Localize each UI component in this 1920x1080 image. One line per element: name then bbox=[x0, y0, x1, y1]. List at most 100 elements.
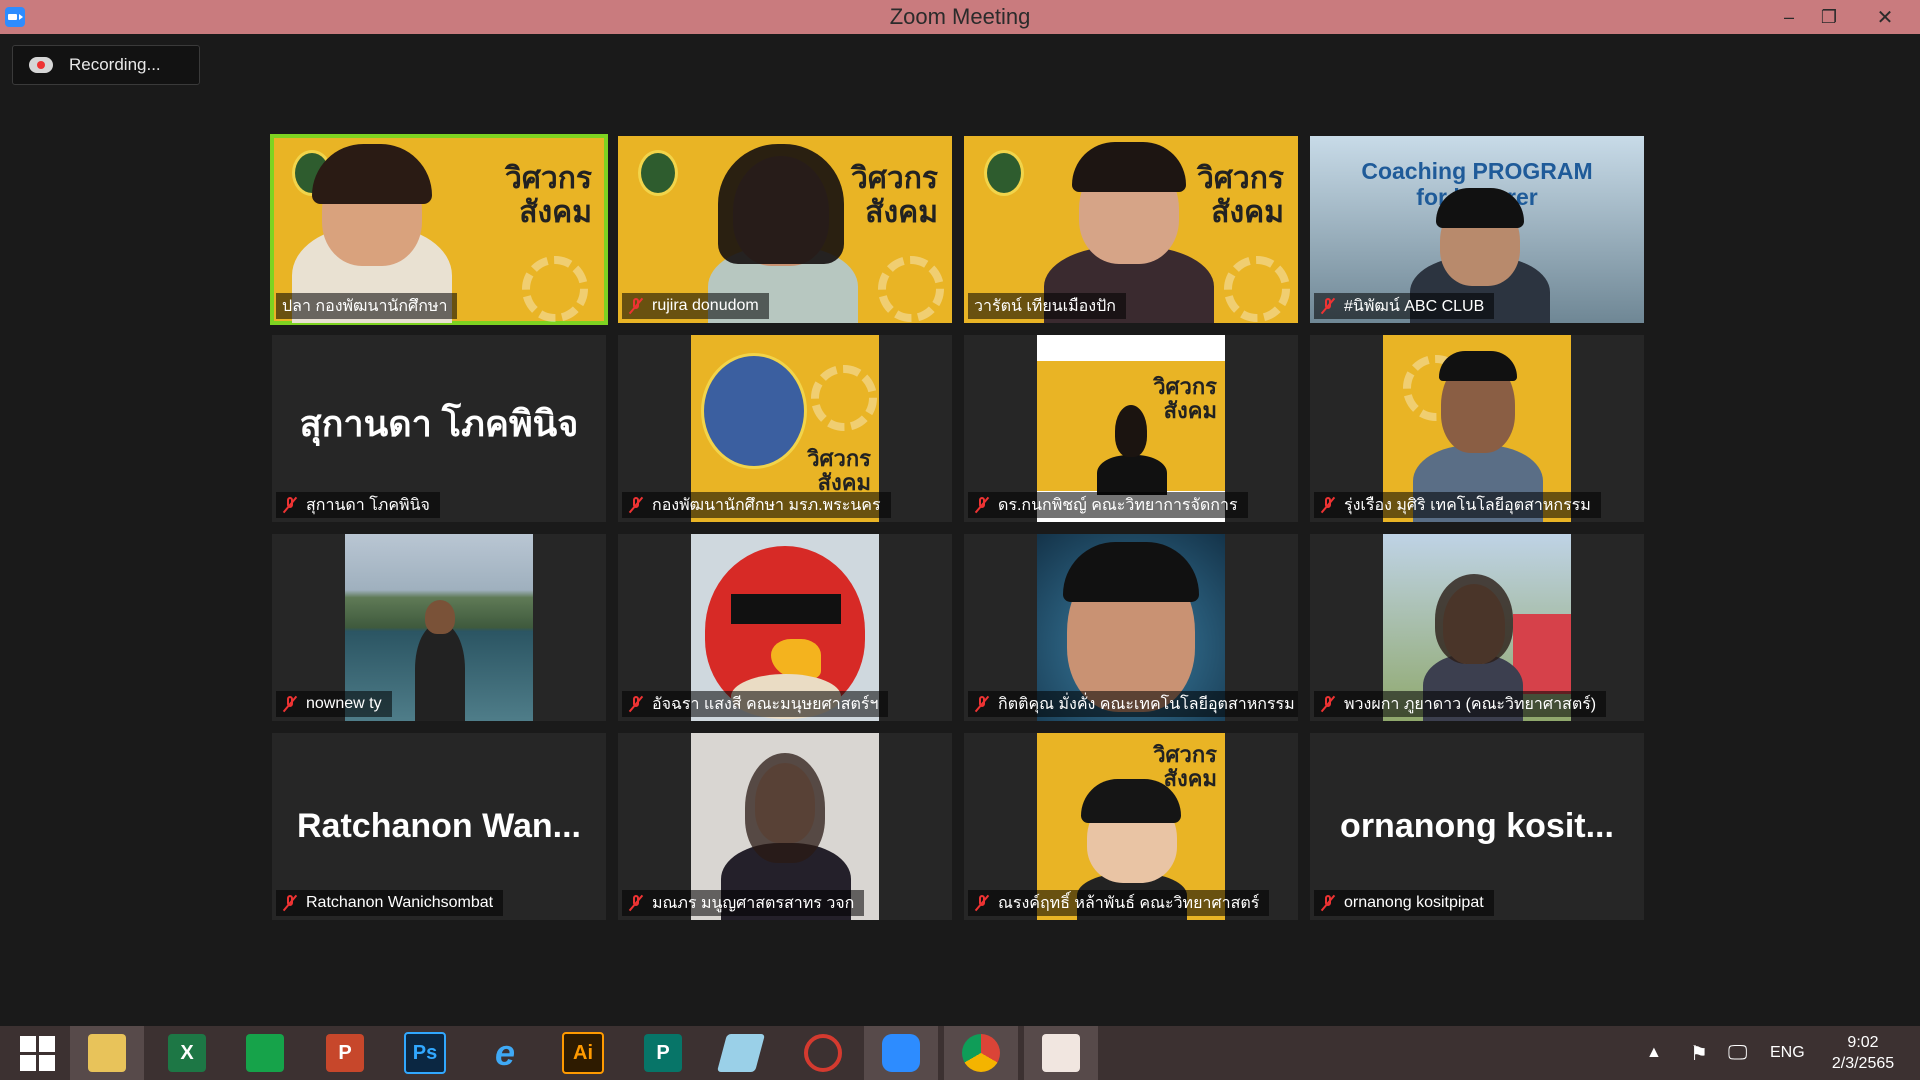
photoshop-icon: Ps bbox=[404, 1032, 446, 1074]
excel-icon: X bbox=[168, 1034, 206, 1072]
participant-name: วารัตน์ เทียนเมืองปัก bbox=[968, 293, 1126, 319]
clock-time: 9:02 bbox=[1847, 1034, 1879, 1051]
illustrator-icon: Ai bbox=[562, 1032, 604, 1074]
participant-name: อัจฉรา แสงสี คณะมนุษยศาสตร์ฯ bbox=[622, 691, 889, 717]
recording-label: Recording... bbox=[69, 55, 161, 74]
university-logo bbox=[638, 150, 678, 196]
notepad-icon bbox=[716, 1034, 766, 1072]
participant-tile[interactable]: วิศวกร สังคม rujira donudom bbox=[618, 136, 952, 323]
participant-name: rujira donudom bbox=[622, 293, 769, 319]
participant-tile[interactable]: กิตติคุณ มั่งคั่ง คณะเทคโนโลยีอุตสาหกรรม bbox=[964, 534, 1298, 721]
system-clock[interactable]: 9:02 2/3/2565 bbox=[1818, 1032, 1908, 1074]
taskbar-file-explorer[interactable] bbox=[70, 1026, 144, 1080]
zoom-icon bbox=[882, 1034, 920, 1072]
windows-taskbar: X P Ps e Ai P ▲ ⚑ 🖵 ENG 9:02 2/3/2565 bbox=[0, 1026, 1920, 1080]
participant-tile[interactable]: สุกานดา โภคพินิจ สุกานดา โภคพินิจ bbox=[272, 335, 606, 522]
participant-name: nownew ty bbox=[276, 691, 392, 717]
participant-tile[interactable]: อัจฉรา แสงสี คณะมนุษยศาสตร์ฯ bbox=[618, 534, 952, 721]
taskbar-illustrator[interactable]: Ai bbox=[546, 1026, 620, 1080]
participant-display-name: ornanong kosit... bbox=[1340, 807, 1614, 845]
flag-icon: ⚑ bbox=[1690, 1042, 1708, 1065]
participant-tile[interactable]: Ratchanon Wan... Ratchanon Wanichsombat bbox=[272, 733, 606, 920]
taskbar-powerpoint[interactable]: P bbox=[308, 1026, 382, 1080]
participant-display-name: สุกานดา โภคพินิจ bbox=[299, 403, 579, 444]
mic-muted-icon bbox=[974, 496, 990, 514]
participant-name: กิตติคุณ มั่งคั่ง คณะเทคโนโลยีอุตสาหกรรม bbox=[968, 691, 1298, 717]
photoscape-icon bbox=[804, 1034, 842, 1072]
gear-decoration bbox=[522, 256, 588, 322]
zoom-app-icon bbox=[5, 7, 25, 27]
participant-name: ณรงค์ฤทธิ์ หล้าพันธ์ คณะวิทยาศาสตร์ bbox=[968, 890, 1270, 916]
taskbar-office-lens[interactable] bbox=[1024, 1026, 1098, 1080]
mic-muted-icon bbox=[628, 894, 644, 912]
mic-muted-icon bbox=[628, 695, 644, 713]
mic-muted-icon bbox=[974, 894, 990, 912]
poster-title: วิศวกร สังคม bbox=[850, 162, 938, 229]
participant-name: กองพัฒนานักศึกษา มรภ.พระนคร bbox=[622, 492, 891, 518]
clock-date: 2/3/2565 bbox=[1831, 1055, 1895, 1072]
office-lens-icon bbox=[1042, 1034, 1080, 1072]
powerpoint-icon: P bbox=[326, 1034, 364, 1072]
chevron-up-icon: ▲ bbox=[1646, 1044, 1662, 1061]
mic-muted-icon bbox=[1320, 297, 1336, 315]
mic-muted-icon bbox=[282, 496, 298, 514]
participant-tile[interactable]: วิศวกร สังคม ดร.กนกพิชญ์ คณะวิทยาการจัดกา… bbox=[964, 335, 1298, 522]
mic-muted-icon bbox=[628, 297, 644, 315]
participant-name: สุกานดา โภคพินิจ bbox=[276, 492, 440, 518]
mic-muted-icon bbox=[628, 496, 644, 514]
window-titlebar: Zoom Meeting – ❐ ✕ bbox=[0, 0, 1920, 34]
participant-tile[interactable]: มณภร มนูญศาสตรสาทร วจก bbox=[618, 733, 952, 920]
windows-start-icon bbox=[19, 1035, 55, 1071]
taskbar-photoscape[interactable] bbox=[786, 1026, 860, 1080]
network-icon: 🖵 bbox=[1728, 1041, 1748, 1064]
taskbar-publisher[interactable]: P bbox=[626, 1026, 700, 1080]
taskbar-zoom[interactable] bbox=[864, 1026, 938, 1080]
internet-explorer-icon: e bbox=[494, 1032, 516, 1073]
taskbar-chrome[interactable] bbox=[944, 1026, 1018, 1080]
file-explorer-icon bbox=[88, 1034, 126, 1072]
participant-name: #นิพัฒน์ ABC CLUB bbox=[1314, 293, 1495, 319]
taskbar-notepad[interactable] bbox=[704, 1026, 778, 1080]
network-status[interactable]: 🖵 bbox=[1728, 1026, 1747, 1080]
participant-name: ornanong kositpipat bbox=[1314, 890, 1494, 916]
start-button[interactable] bbox=[0, 1026, 74, 1080]
action-center-flag[interactable]: ⚑ bbox=[1690, 1026, 1708, 1080]
poster-title: วิศวกร สังคม bbox=[1196, 162, 1284, 229]
participant-tile[interactable]: วิศวกร สังคม ณรงค์ฤทธิ์ หล้าพันธ์ คณะวิทย… bbox=[964, 733, 1298, 920]
mic-muted-icon bbox=[974, 695, 990, 713]
participant-name: Ratchanon Wanichsombat bbox=[276, 890, 504, 916]
store-icon bbox=[246, 1034, 284, 1072]
participant-name: รุ่งเรือง มุศิริ เทคโนโลยีอุตสาหกรรม bbox=[1314, 492, 1601, 518]
participant-name: มณภร มนูญศาสตรสาทร วจก bbox=[622, 890, 865, 916]
recording-indicator[interactable]: Recording... bbox=[12, 45, 200, 85]
university-logo bbox=[984, 150, 1024, 196]
mic-muted-icon bbox=[282, 695, 298, 713]
taskbar-excel[interactable]: X bbox=[150, 1026, 224, 1080]
chrome-icon bbox=[962, 1034, 1000, 1072]
participant-tile[interactable]: ornanong kosit... ornanong kositpipat bbox=[1310, 733, 1644, 920]
mic-muted-icon bbox=[1320, 695, 1336, 713]
taskbar-photoshop[interactable]: Ps bbox=[388, 1026, 462, 1080]
participant-tile[interactable]: Coaching PROGRAMfor lecturer #นิพัฒน์ AB… bbox=[1310, 136, 1644, 323]
publisher-icon: P bbox=[644, 1034, 682, 1072]
taskbar-store[interactable] bbox=[228, 1026, 302, 1080]
maximize-button[interactable]: ❐ bbox=[1806, 0, 1852, 34]
participant-tile[interactable]: วิศวกร สังคม กองพัฒนานักศึกษา มรภ.พระนคร bbox=[618, 335, 952, 522]
mic-muted-icon bbox=[1320, 496, 1336, 514]
participant-display-name: Ratchanon Wan... bbox=[297, 807, 581, 845]
participant-tile[interactable]: วิศวกร สังคม วารัตน์ เทียนเมืองปัก bbox=[964, 136, 1298, 323]
show-hidden-icons-button[interactable]: ▲ bbox=[1646, 1026, 1662, 1080]
input-language[interactable]: ENG bbox=[1770, 1026, 1805, 1080]
mic-muted-icon bbox=[282, 894, 298, 912]
participant-name: ดร.กนกพิชญ์ คณะวิทยาการจัดการ bbox=[968, 492, 1248, 518]
close-button[interactable]: ✕ bbox=[1862, 0, 1908, 34]
university-logo bbox=[701, 353, 807, 469]
participant-tile[interactable]: พวงผกา ภูยาดาว (คณะวิทยาศาสตร์) bbox=[1310, 534, 1644, 721]
participant-tile[interactable]: วิศวกร สังคม ปลา กองพัฒนานักศึกษา bbox=[270, 134, 608, 325]
participant-tile[interactable]: รุ่งเรือง มุศิริ เทคโนโลยีอุตสาหกรรม bbox=[1310, 335, 1644, 522]
participant-tile[interactable]: nownew ty bbox=[272, 534, 606, 721]
window-title: Zoom Meeting bbox=[889, 4, 1031, 29]
participant-name: พวงผกา ภูยาดาว (คณะวิทยาศาสตร์) bbox=[1314, 691, 1607, 717]
mic-muted-icon bbox=[1320, 894, 1336, 912]
taskbar-internet-explorer[interactable]: e bbox=[468, 1026, 542, 1080]
